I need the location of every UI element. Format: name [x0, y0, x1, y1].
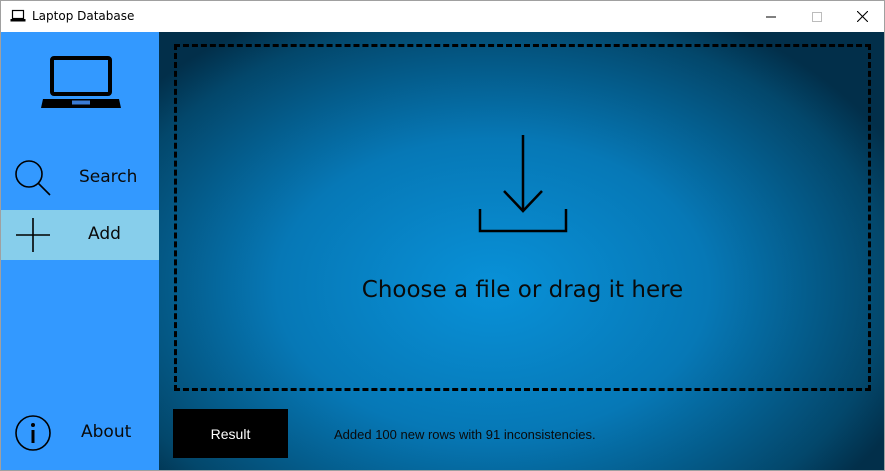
search-icon	[15, 160, 51, 196]
file-dropzone[interactable]: Choose a file or drag it here	[174, 44, 871, 391]
maximize-button[interactable]	[794, 1, 840, 32]
main-content: Choose a file or drag it here Result Add…	[159, 32, 884, 470]
minimize-button[interactable]	[748, 1, 794, 32]
close-button[interactable]	[839, 1, 884, 32]
status-message: Added 100 new rows with 91 inconsistenci…	[334, 427, 596, 442]
minimize-icon	[766, 16, 776, 17]
laptop-icon	[10, 9, 26, 22]
sidebar-item-about[interactable]: About	[1, 408, 159, 458]
close-icon	[856, 11, 868, 22]
result-button[interactable]: Result	[173, 409, 288, 458]
info-icon	[15, 415, 51, 451]
maximize-icon	[812, 11, 822, 22]
sidebar-item-label: Add	[88, 224, 121, 244]
dropzone-label: Choose a file or drag it here	[361, 277, 684, 303]
sidebar-item-search[interactable]: Search	[1, 153, 159, 203]
laptop-icon	[41, 56, 121, 108]
title-bar: Laptop Database	[1, 1, 884, 32]
download-icon	[478, 135, 568, 233]
window-title: Laptop Database	[32, 9, 135, 23]
sidebar-item-add[interactable]: Add	[1, 210, 159, 260]
plus-icon	[16, 218, 50, 252]
sidebar-item-label: About	[81, 422, 132, 442]
sidebar: Search Add About	[1, 32, 159, 470]
sidebar-item-label: Search	[79, 167, 138, 187]
app-window: Laptop Database Search Add About Choose …	[0, 0, 885, 471]
